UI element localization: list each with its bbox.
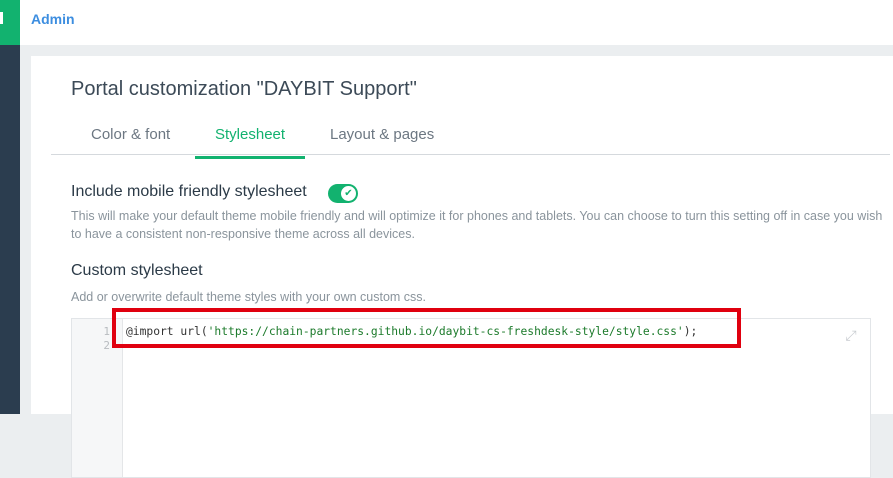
page-title: Portal customization "DAYBIT Support" [71, 78, 417, 100]
mobile-stylesheet-label: Include mobile friendly stylesheet [71, 183, 307, 200]
mobile-stylesheet-toggle[interactable]: ✔ [328, 184, 358, 203]
tab-layout-pages[interactable]: Layout & pages [330, 126, 434, 155]
expand-icon[interactable]: ⤢ [842, 327, 860, 345]
breadcrumb-admin[interactable]: Admin [31, 11, 75, 27]
sidebar-logo[interactable] [0, 0, 20, 45]
sidebar [0, 45, 20, 414]
header: Admin [20, 0, 893, 45]
mobile-stylesheet-description: This will make your default theme mobile… [71, 209, 883, 241]
line-number: 1 [103, 325, 110, 338]
highlight-box [112, 308, 741, 348]
line-number: 2 [103, 339, 110, 352]
content-card: Portal customization "DAYBIT Support" Co… [31, 56, 893, 478]
tabs: Color & font Stylesheet Layout & pages [51, 122, 890, 159]
custom-stylesheet-label: Custom stylesheet [71, 262, 203, 279]
custom-stylesheet-help: Add or overwrite default theme styles wi… [71, 290, 427, 304]
tab-stylesheet[interactable]: Stylesheet [195, 126, 306, 159]
check-icon: ✔ [341, 186, 356, 201]
tab-color-font[interactable]: Color & font [91, 126, 170, 155]
